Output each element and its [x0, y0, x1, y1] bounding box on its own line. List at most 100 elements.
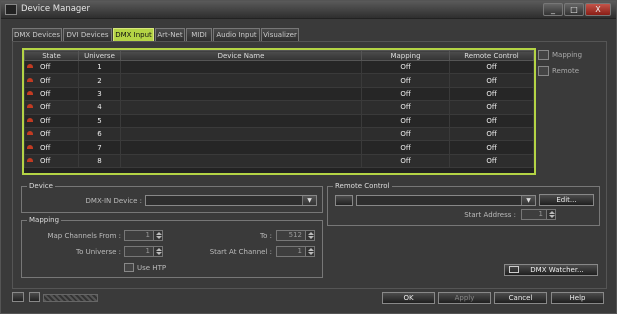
state-led-icon: [27, 90, 33, 95]
header-device-name[interactable]: Device Name: [120, 50, 362, 61]
start-address-field[interactable]: 1: [521, 209, 556, 220]
start-address-value: 1: [538, 210, 543, 218]
footer-bar: OK Apply Cancel Help: [1, 290, 616, 314]
remote-control-cell: Off: [449, 126, 534, 142]
table-row[interactable]: Off 2 Off Off: [24, 73, 534, 88]
universe-table: State Universe Device Name Mapping Remot…: [22, 48, 536, 175]
remote-control-select[interactable]: ▼: [356, 195, 536, 206]
dmx-in-device-label: DMX-IN Device :: [85, 197, 142, 205]
mapping-cell: Off: [361, 73, 450, 88]
universe-cell: 7: [78, 140, 121, 155]
mapping-group-title: Mapping: [27, 216, 62, 224]
state-cell: Off: [24, 100, 79, 115]
state-led-icon: [27, 157, 33, 162]
cancel-button[interactable]: Cancel: [494, 292, 547, 304]
remote-toggle[interactable]: Remote: [538, 66, 579, 78]
map-from-spinner[interactable]: [153, 230, 163, 241]
map-from-label: Map Channels From :: [47, 232, 121, 240]
tab-visualizer[interactable]: Visualizer: [261, 28, 299, 41]
edit-button-label: Edit...: [556, 196, 577, 204]
to-universe-label: To Universe :: [76, 248, 121, 256]
mapping-cell: Off: [361, 126, 450, 142]
tab-art-net[interactable]: Art-Net: [155, 28, 185, 41]
to-spinner[interactable]: [305, 230, 315, 241]
title-bar[interactable]: Device Manager _ □ X: [1, 1, 616, 19]
start-channel-field[interactable]: 1: [276, 246, 315, 257]
device-name-cell: [120, 100, 362, 115]
save-icon[interactable]: [29, 292, 40, 302]
device-name-cell: [120, 86, 362, 102]
close-button[interactable]: X: [585, 3, 611, 16]
header-state[interactable]: State: [24, 50, 79, 61]
apply-button[interactable]: Apply: [438, 292, 491, 304]
remote-control-cell: Off: [449, 140, 534, 155]
mapping-icon: [538, 50, 549, 60]
tab-dmx-devices[interactable]: DMX Devices: [12, 28, 62, 41]
ok-button[interactable]: OK: [382, 292, 435, 304]
tab-midi[interactable]: MIDI: [186, 28, 212, 41]
state-cell: Off: [24, 126, 79, 142]
tab-dvi-devices[interactable]: DVI Devices: [63, 28, 112, 41]
map-from-field[interactable]: 1: [124, 230, 163, 241]
state-value: Off: [40, 116, 51, 125]
dmx-input-panel: State Universe Device Name Mapping Remot…: [12, 41, 607, 289]
state-value: Off: [40, 89, 51, 98]
edit-button[interactable]: Edit...: [539, 194, 594, 206]
device-name-cell: [120, 59, 362, 75]
start-address-spinner[interactable]: [546, 209, 556, 220]
remote-learn-icon[interactable]: [335, 195, 353, 206]
universe-cell: 5: [78, 113, 121, 128]
to-universe-spinner[interactable]: [153, 246, 163, 257]
table-row[interactable]: Off 3 Off Off: [24, 86, 534, 102]
state-led-icon: [27, 131, 33, 136]
dmx-watcher-label: DMX Watcher...: [530, 266, 584, 274]
state-led-icon: [27, 77, 33, 82]
open-folder-icon[interactable]: [12, 292, 24, 302]
remote-control-cell: Off: [449, 113, 534, 128]
remote-icon: [538, 66, 549, 76]
table-row[interactable]: Off 1 Off Off: [24, 59, 534, 75]
device-name-cell: [120, 153, 362, 169]
state-led-icon: [27, 64, 33, 69]
monitor-icon: [509, 266, 519, 273]
header-universe[interactable]: Universe: [78, 50, 121, 61]
mapping-cell: Off: [361, 59, 450, 75]
use-htp-label: Use HTP: [137, 264, 167, 272]
mapping-toggle[interactable]: Mapping: [538, 50, 582, 62]
to-universe-field[interactable]: 1: [124, 246, 163, 257]
dmx-in-device-select[interactable]: ▼: [145, 195, 317, 206]
remote-control-cell: Off: [449, 73, 534, 88]
table-row[interactable]: Off 7 Off Off: [24, 140, 534, 155]
window-title: Device Manager: [21, 4, 91, 14]
universe-cell: 3: [78, 86, 121, 102]
table-row[interactable]: Off 5 Off Off: [24, 113, 534, 128]
minimize-button[interactable]: _: [543, 3, 563, 16]
table-row[interactable]: Off 6 Off Off: [24, 126, 534, 142]
maximize-button[interactable]: □: [564, 3, 584, 16]
help-button[interactable]: Help: [551, 292, 604, 304]
mapping-cell: Off: [361, 140, 450, 155]
mapping-toggle-label: Mapping: [552, 51, 583, 59]
header-mapping[interactable]: Mapping: [361, 50, 450, 61]
header-remote-control[interactable]: Remote Control: [449, 50, 534, 61]
remote-control-group-title: Remote Control: [333, 182, 392, 190]
state-value: Off: [40, 76, 51, 85]
remote-control-cell: Off: [449, 86, 534, 102]
start-channel-spinner[interactable]: [305, 246, 315, 257]
table-row[interactable]: Off 4 Off Off: [24, 100, 534, 115]
mapping-cell: Off: [361, 113, 450, 128]
use-htp-checkbox[interactable]: [124, 263, 134, 272]
chevron-down-icon: ▼: [302, 196, 316, 205]
mapping-cell: Off: [361, 86, 450, 102]
table-row[interactable]: Off 8 Off Off: [24, 153, 534, 169]
device-name-cell: [120, 113, 362, 128]
tab-audio-input[interactable]: Audio Input: [213, 28, 260, 41]
to-field[interactable]: 512: [276, 230, 315, 241]
map-from-value: 1: [145, 231, 150, 239]
chevron-down-icon: ▼: [521, 196, 535, 205]
device-name-cell: [120, 126, 362, 142]
dmx-watcher-button[interactable]: DMX Watcher...: [504, 264, 598, 276]
tab-dmx-input[interactable]: DMX Input: [113, 28, 154, 41]
state-cell: Off: [24, 140, 79, 155]
state-led-icon: [27, 117, 33, 122]
